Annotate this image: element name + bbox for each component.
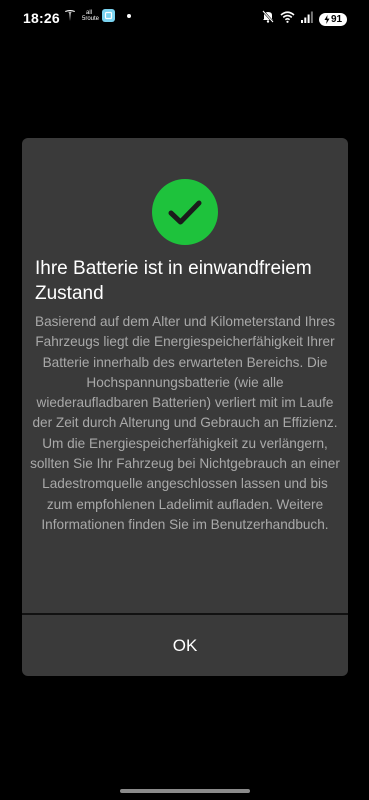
home-indicator[interactable] [120, 789, 250, 793]
notification-dot-icon [127, 13, 131, 18]
battery-icon: 91 [319, 12, 347, 26]
screen: 18:26 all 5route 91 Ihre Batterie ist in… [0, 0, 369, 800]
dialog-body-text: Basierend auf dem Alter und Kilometersta… [30, 314, 340, 532]
wifi-icon [280, 10, 295, 28]
battery-level: 91 [330, 13, 343, 25]
status-left-icons: all 5route [64, 9, 131, 22]
status-bar: 18:26 all 5route 91 [0, 0, 369, 36]
ok-button[interactable]: OK [22, 615, 348, 676]
battery-health-dialog: Ihre Batterie ist in einwandfreiem Zusta… [22, 138, 348, 676]
checkmark-icon [152, 179, 218, 245]
charging-bolt-icon [324, 14, 330, 24]
mute-icon [262, 10, 274, 28]
tesla-icon [64, 9, 76, 22]
status-time: 18:26 [23, 10, 60, 26]
app-icon [102, 9, 115, 22]
signal-icon [301, 10, 313, 28]
dialog-title: Ihre Batterie ist in einwandfreiem Zusta… [35, 258, 312, 304]
network-mini-label: all 5route [82, 10, 100, 22]
network-mini-bottom: 5route [82, 15, 100, 22]
status-right-icons: 91 [262, 10, 347, 28]
